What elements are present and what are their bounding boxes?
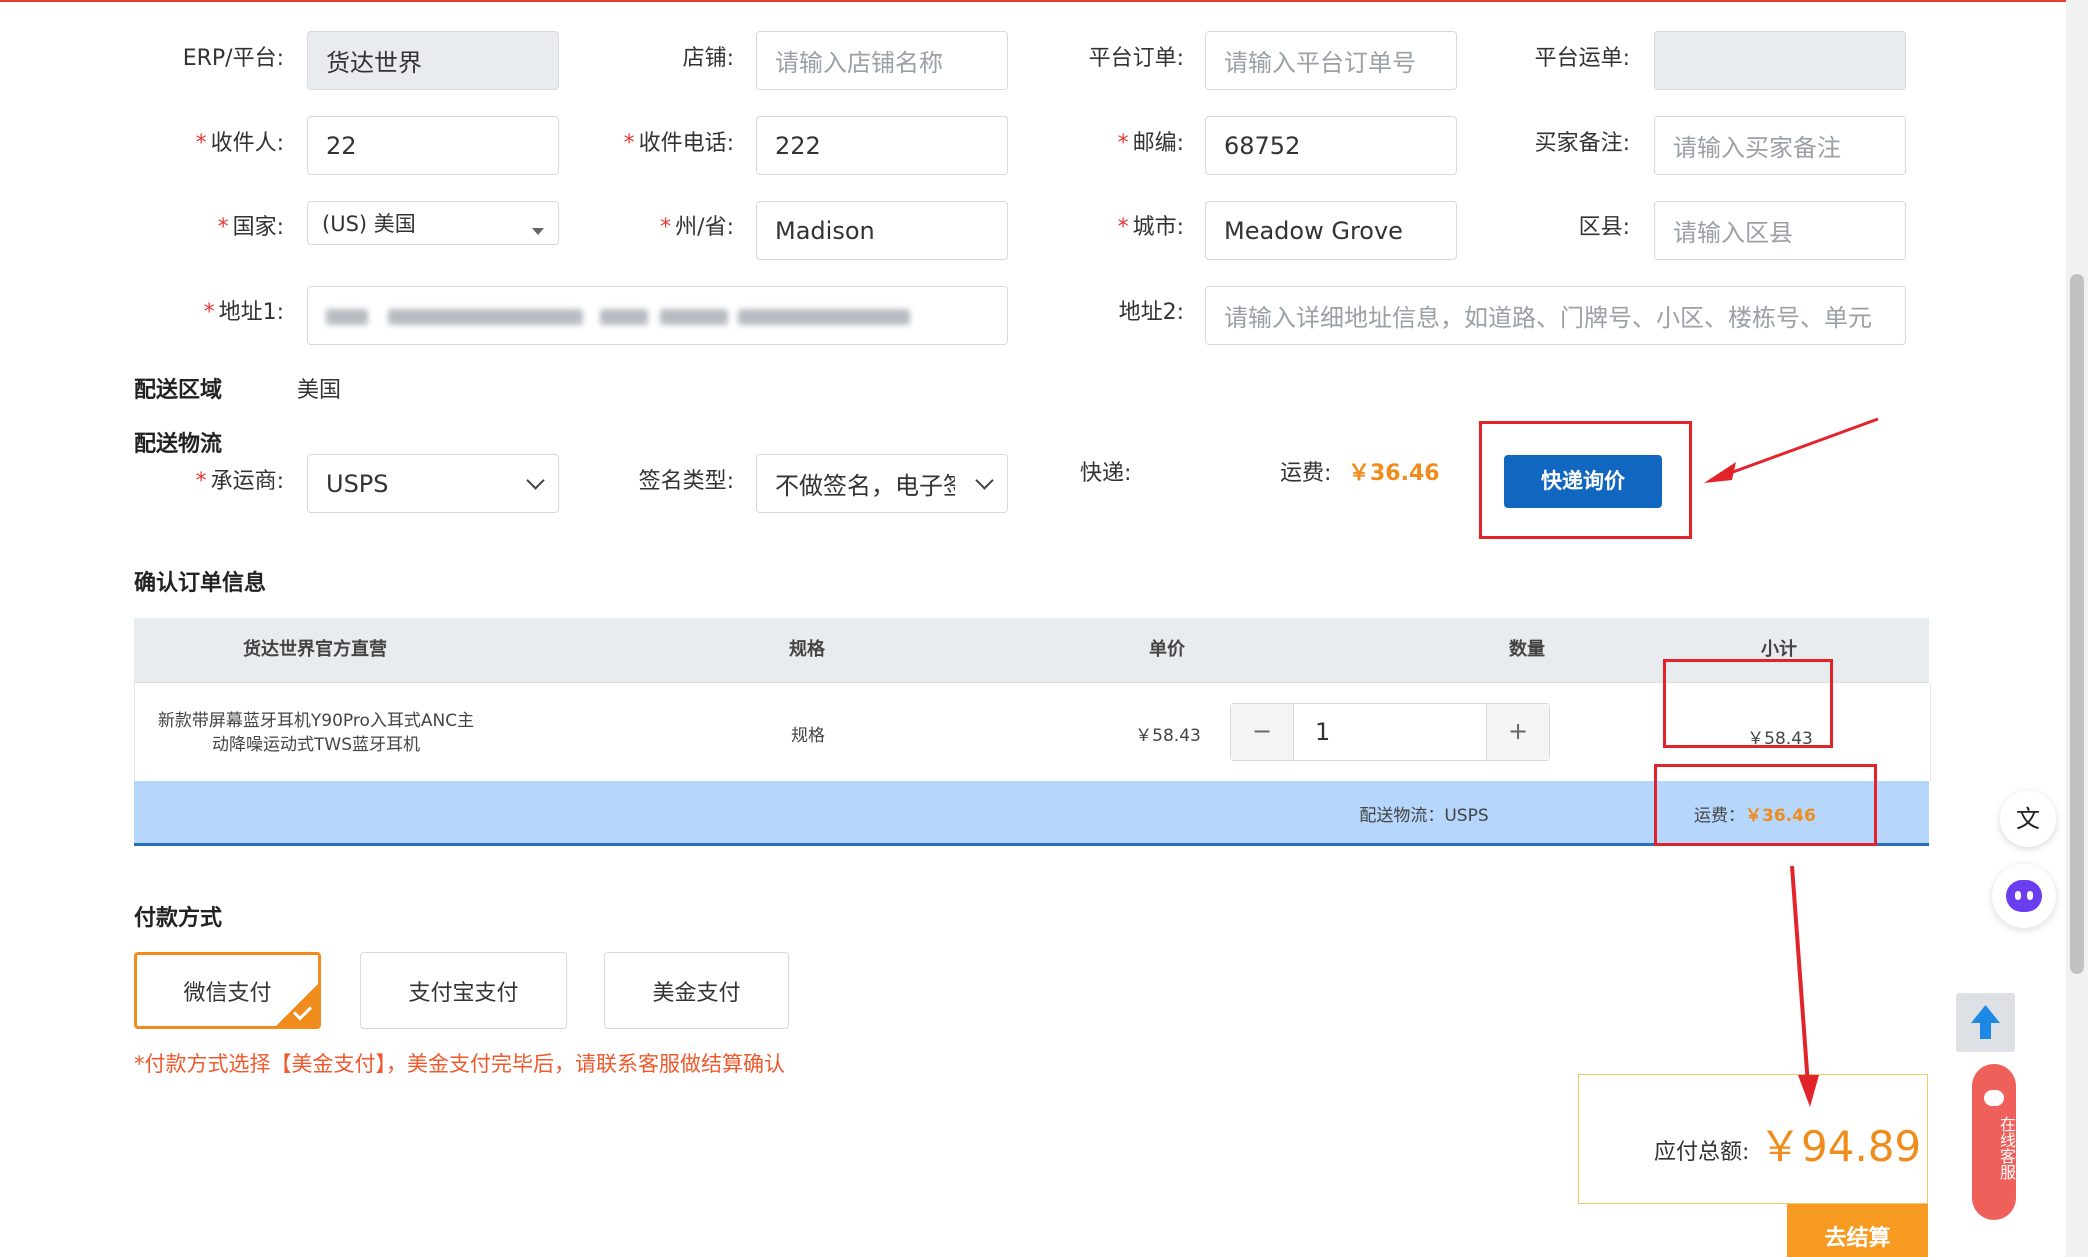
online-service-button[interactable]: 在线客服 [1972, 1064, 2016, 1220]
assistant-eye [2015, 891, 2021, 900]
annotation-arrow-line [1721, 417, 1879, 478]
annotation-arrow-head [1704, 462, 1736, 483]
arrow-up-icon [1971, 1005, 2000, 1039]
online-service-label: 在线客服 [1997, 1116, 2016, 1180]
translate-icon[interactable]: 文 [2000, 791, 2056, 847]
annotation-arrow-line [1790, 865, 1810, 1086]
scrollbar-track[interactable] [2066, 0, 2088, 1257]
back-to-top-button[interactable] [1956, 993, 2015, 1052]
assistant-face [2006, 880, 2042, 912]
assistant-icon[interactable] [1992, 864, 2056, 928]
scrollbar-thumb[interactable] [2070, 274, 2084, 974]
assistant-eye [2027, 891, 2033, 900]
annotation-arrow-head [1798, 1075, 1819, 1107]
annotation-arrows [1704, 417, 1879, 1107]
chat-bubble-icon [1984, 1090, 2004, 1106]
